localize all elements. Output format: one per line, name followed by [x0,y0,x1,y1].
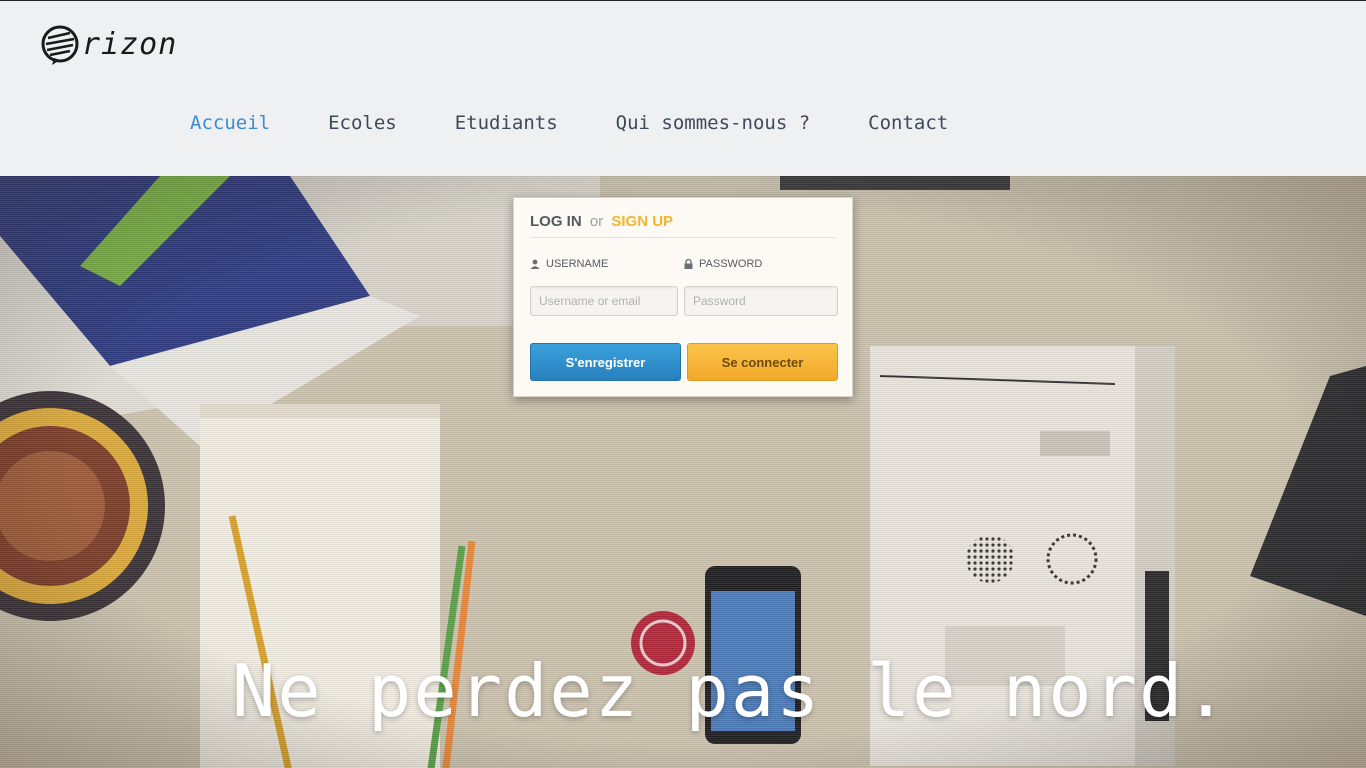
nav-item-accueil[interactable]: Accueil [190,109,270,137]
login-buttons: S'enregistrer Se connecter [530,343,838,381]
password-label: PASSWORD [684,258,762,270]
login-title-or: or [589,213,604,230]
lock-icon [684,259,693,269]
username-label-text: USERNAME [546,258,609,270]
site-logo[interactable]: rizon [40,23,177,67]
register-button[interactable]: S'enregistrer [530,343,681,381]
login-box: LOG IN or SIGN UP USERNAME PASSWORD S'en… [513,197,853,397]
password-input[interactable] [684,286,838,316]
password-label-text: PASSWORD [699,258,763,270]
username-label: USERNAME [530,258,608,270]
login-inputs [530,286,838,316]
nav-item-etudiants[interactable]: Etudiants [455,109,558,137]
main-nav: Accueil Ecoles Etudiants Qui sommes-nous… [190,109,1006,137]
logo-text: rizon [82,27,178,62]
login-title: LOG IN or SIGN UP [530,198,836,238]
username-input[interactable] [530,286,678,316]
hero-tagline: Ne perdez pas le nord. [232,649,1230,733]
connect-button[interactable]: Se connecter [687,343,838,381]
nav-item-ecoles[interactable]: Ecoles [328,109,397,137]
nav-item-contact[interactable]: Contact [868,109,948,137]
user-icon [530,259,540,269]
nav-item-qui-sommes-nous[interactable]: Qui sommes-nous ? [616,109,810,137]
site-header: rizon Accueil Ecoles Etudiants Qui somme… [0,0,1366,176]
login-title-login[interactable]: LOG IN [530,213,582,230]
login-title-signup[interactable]: SIGN UP [611,213,673,230]
login-labels: USERNAME PASSWORD [530,258,838,272]
logo-globe-icon [40,24,80,66]
